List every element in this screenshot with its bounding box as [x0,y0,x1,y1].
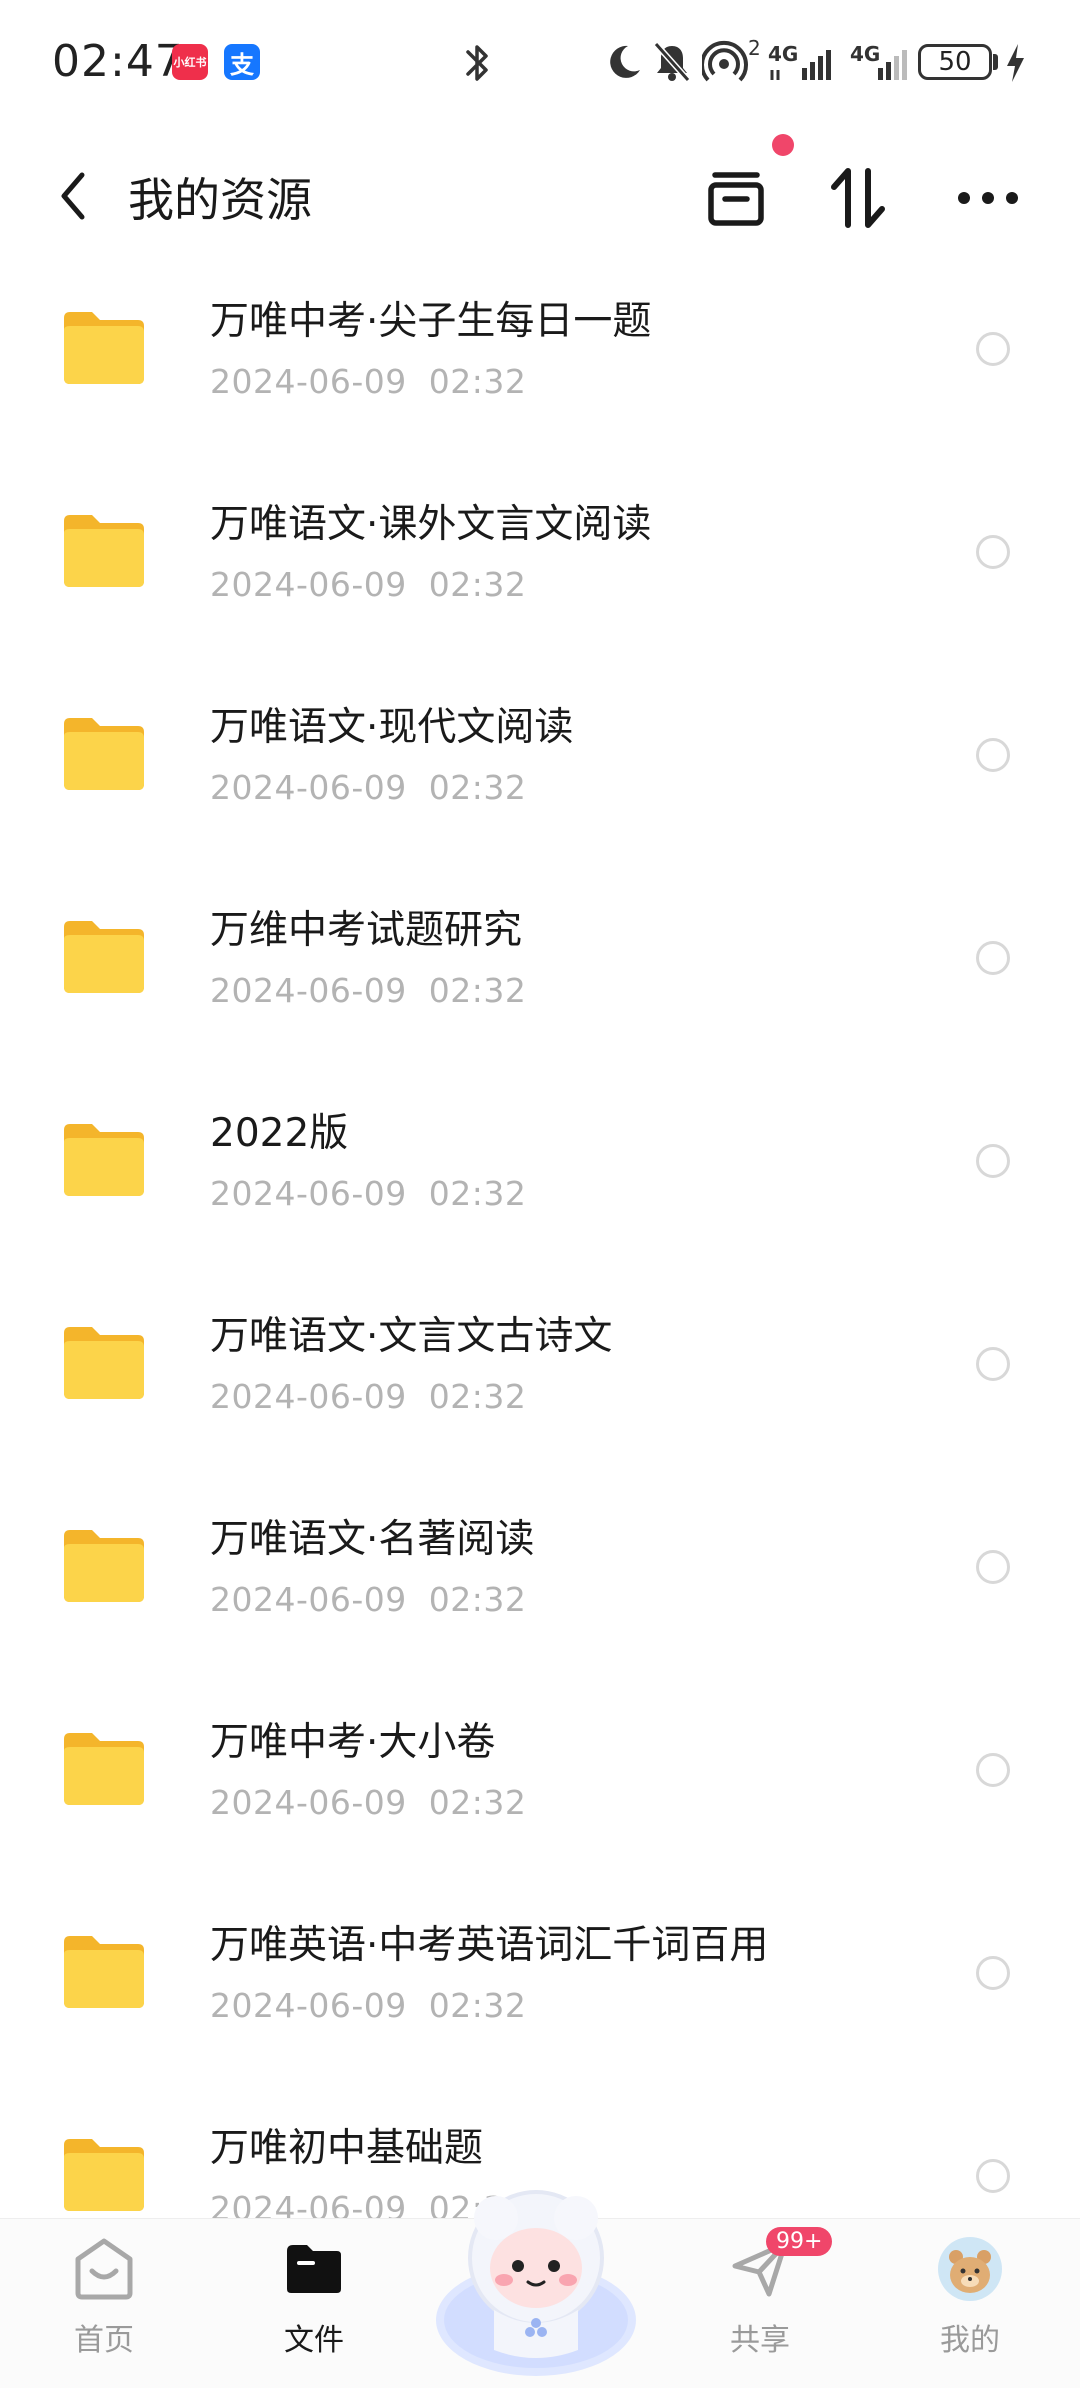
nav-share[interactable]: 99+ 共享 [700,2219,833,2388]
folder-modified: 2024-06-09 02:32 [210,1377,527,1416]
folder-row[interactable]: 万唯语文·名著阅读 2024-06-09 02:32 [0,1486,1080,1689]
status-time: 02:47 [52,36,184,87]
select-radio[interactable] [976,535,1010,569]
select-radio[interactable] [976,738,1010,772]
signal-icon-2 [878,50,907,80]
nav-home-label: 首页 [74,2323,134,2358]
folder-modified: 2024-06-09 02:32 [210,362,527,401]
folder-modified: 2024-06-09 02:32 [210,1783,527,1822]
sort-arrows-icon [831,168,885,228]
folder-name: 万唯语文·课外文言文阅读 [210,502,652,547]
select-radio[interactable] [976,1956,1010,1990]
avatar [936,2235,1004,2303]
folder-modified: 2024-06-09 02:32 [210,565,527,604]
bluetooth-icon [466,45,488,81]
charging-icon [1007,44,1024,82]
folder-modified: 2024-06-09 02:32 [210,971,527,1010]
files-folder-icon [280,2235,348,2303]
select-radio[interactable] [976,1753,1010,1787]
more-horizontal-icon [958,192,1018,204]
notification-dot [772,134,794,156]
folder-name: 万唯语文·文言文古诗文 [210,1314,613,1359]
moon-icon [610,45,640,78]
file-list: 万唯中考·尖子生每日一题 2024-06-09 02:32 万唯语文·课外文言文阅… [0,268,1080,2218]
signal-icon-1 [770,50,831,80]
folder-name: 万唯中考·大小卷 [210,1720,496,1765]
transfer-list-button[interactable] [696,158,776,238]
mute-bell-icon [653,42,691,82]
select-radio[interactable] [976,1144,1010,1178]
share-send-icon: 99+ [726,2227,833,2303]
transfer-box-icon [708,172,764,226]
nav-mine[interactable]: 我的 [910,2219,1030,2388]
page-title: 我的资源 [128,173,312,227]
folder-name: 万维中考试题研究 [210,908,523,953]
chevron-left-icon [61,172,85,220]
battery-indicator: 50 [918,44,992,80]
folder-name: 万唯语文·名著阅读 [210,1517,535,1562]
select-radio[interactable] [976,2159,1010,2193]
folder-modified: 2024-06-09 02:32 [210,1580,527,1619]
folder-icon [64,1733,144,1805]
folder-icon [64,515,144,587]
alipay-icon: 支 [224,44,260,80]
folder-row[interactable]: 万唯语文·课外文言文阅读 2024-06-09 02:32 [0,471,1080,674]
select-radio[interactable] [976,941,1010,975]
folder-icon [64,921,144,993]
folder-modified: 2024-06-09 02:32 [210,1174,527,1213]
folder-name: 万唯中考·尖子生每日一题 [210,299,652,344]
sort-button[interactable] [818,158,898,238]
nav-share-label: 共享 [730,2323,790,2358]
mascot-icon [436,2190,636,2376]
folder-modified: 2024-06-09 02:32 [210,768,527,807]
select-radio[interactable] [976,1347,1010,1381]
folder-row[interactable]: 万维中考试题研究 2024-06-09 02:32 [0,877,1080,1080]
folder-icon [64,1530,144,1602]
select-radio[interactable] [976,332,1010,366]
hotspot-icon [702,40,748,82]
folder-row[interactable]: 2022版 2024-06-09 02:32 [0,1080,1080,1283]
folder-icon [64,718,144,790]
folder-modified: 2024-06-09 02:32 [210,1986,527,2025]
folder-row[interactable]: 万唯中考·大小卷 2024-06-09 02:32 [0,1689,1080,1892]
folder-icon [64,1936,144,2008]
nav-home[interactable]: 首页 [44,2219,164,2388]
status-bar: 02:47 小红书 支 2 4G 4G 50 [0,0,1080,130]
top-app-bar: 我的资源 [0,140,1080,250]
folder-icon [64,1124,144,1196]
folder-row[interactable]: 万唯中考·尖子生每日一题 2024-06-09 02:32 [0,268,1080,471]
folder-icon [64,1327,144,1399]
select-radio[interactable] [976,1550,1010,1584]
folder-icon [64,2139,144,2211]
share-badge: 99+ [766,2227,833,2256]
folder-name: 2022版 [210,1111,349,1156]
folder-icon [64,312,144,384]
folder-row[interactable]: 万唯语文·现代文阅读 2024-06-09 02:32 [0,674,1080,877]
folder-row[interactable]: 万唯语文·文言文古诗文 2024-06-09 02:32 [0,1283,1080,1486]
nav-files-label: 文件 [284,2323,344,2358]
folder-row[interactable]: 万唯英语·中考英语词汇千词百用 2024-06-09 02:32 [0,1892,1080,2095]
ai-assistant-mascot-button[interactable] [426,2160,646,2380]
xiaohongshu-icon: 小红书 [172,44,208,80]
back-button[interactable] [48,166,98,226]
hotspot-count: 2 [748,36,761,60]
folder-name: 万唯英语·中考英语词汇千词百用 [210,1923,769,1968]
folder-name: 万唯语文·现代文阅读 [210,705,574,750]
more-options-button[interactable] [948,158,1028,238]
nav-files[interactable]: 文件 [254,2219,374,2388]
home-icon [70,2235,138,2303]
battery-tip [993,54,998,70]
nav-mine-label: 我的 [940,2323,1000,2358]
